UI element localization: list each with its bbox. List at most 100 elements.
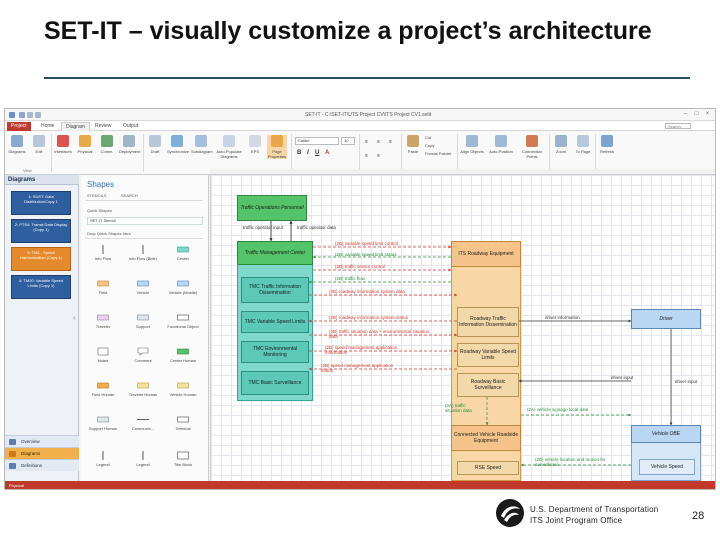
connection-points-button[interactable]: Connection Points: [517, 135, 547, 159]
refresh-button[interactable]: Refresh: [597, 135, 617, 154]
diagram-thumbnail[interactable]: 2: PTS4: Transit Data Display (Copy 1): [11, 219, 71, 243]
nav-definitions[interactable]: Definitions: [5, 459, 79, 471]
shape-functional-object[interactable]: Functional Object: [163, 313, 203, 329]
format-painter-button[interactable]: Format Painter: [425, 151, 455, 156]
diagram-canvas[interactable]: Traffic Operations Personnel Traffic Man…: [210, 175, 715, 481]
tab-project[interactable]: Project: [7, 122, 31, 131]
window-titlebar: SET-IT - C:\SET-IT\UTS Project CV\ITS Pr…: [5, 109, 715, 121]
setit-app-window: SET-IT - C:\SET-IT\UTS Project CV\ITS Pr…: [4, 108, 716, 490]
ribbon-divider: [549, 134, 550, 172]
shape-label: Support: [135, 324, 150, 329]
interfaces-button-label: Interfaces: [54, 149, 72, 154]
bold-icon[interactable]: B: [297, 150, 301, 156]
shape-terminal[interactable]: Terminal: [163, 415, 203, 431]
italic-icon[interactable]: I: [307, 150, 309, 156]
flow-label: driver input: [675, 379, 698, 384]
eps-button-label: EPS: [250, 149, 259, 154]
indent-icon[interactable]: ≡: [377, 153, 380, 159]
paste-button[interactable]: Paste: [403, 135, 423, 154]
nav-overview[interactable]: Overview: [5, 435, 79, 447]
refresh-button-label: Refresh: [599, 149, 614, 154]
shape-field-human[interactable]: Field Human: [83, 381, 123, 397]
tab-diagram[interactable]: Diagram: [61, 122, 90, 131]
maximize-icon[interactable]: □: [692, 111, 701, 118]
collapse-panel-icon[interactable]: ‹: [73, 315, 81, 325]
flow-label: (2B) traffic sensor control: [335, 264, 386, 269]
bullet-list-icon[interactable]: ≡: [365, 153, 368, 159]
shape-vehicle-human[interactable]: Vehicle Human: [163, 381, 203, 397]
diagrams-button[interactable]: Diagrams: [7, 135, 27, 154]
comm-button[interactable]: Comm.: [97, 135, 117, 154]
diagram-thumbnail[interactable]: 1: SUST: Data Distribution/Copy 1: [11, 191, 71, 215]
shape-comment[interactable]: Comment: [123, 347, 163, 363]
align-left-icon[interactable]: ≡: [365, 139, 368, 145]
underline-icon[interactable]: U: [315, 150, 319, 156]
font-name-select[interactable]: Calibri: [295, 137, 339, 145]
nav-diagrams[interactable]: Diagrams: [5, 447, 79, 459]
synchronize-button[interactable]: Synchronize: [167, 135, 189, 154]
save-icon[interactable]: [19, 112, 25, 118]
close-icon[interactable]: ×: [703, 111, 712, 118]
physical-button[interactable]: Physical: [75, 135, 95, 154]
format-painter-button-label: Format Painter: [425, 151, 452, 156]
shape-center[interactable]: Center: [163, 245, 203, 261]
align-center-icon[interactable]: ≡: [377, 139, 380, 145]
zoom-button[interactable]: Zoom: [551, 135, 571, 154]
interfaces-button[interactable]: Interfaces: [53, 135, 73, 154]
shape-field[interactable]: Field: [83, 279, 123, 295]
shape-notes[interactable]: Notes: [83, 347, 123, 363]
to-page-icon: [577, 135, 589, 147]
shape-traveler-human[interactable]: Traveler Human: [123, 381, 163, 397]
shape-vehicle-mobile[interactable]: Vehicle (Mobile): [163, 279, 203, 295]
diagram-thumbnail[interactable]: 4: TM20: Variable Speed Limits (Copy 1): [11, 275, 71, 299]
shape-legend[interactable]: Legend: [83, 451, 123, 467]
paste-icon: [407, 135, 419, 147]
diagram-thumbnail-selected[interactable]: 3: TM2 - Speed Harmonization (Copy 1): [11, 247, 71, 271]
undo-icon[interactable]: [27, 112, 33, 118]
subdiagram-button[interactable]: Subdiagram: [191, 135, 213, 154]
redo-icon[interactable]: [35, 112, 41, 118]
shape-info-flow-bidir[interactable]: Info Flow (Bidir): [123, 245, 163, 261]
to-page-button-label: To Page: [575, 149, 591, 154]
overview-icon: [9, 439, 16, 445]
tab-home[interactable]: Home: [37, 122, 58, 131]
cut-button[interactable]: Cut: [425, 135, 449, 140]
edit-button[interactable]: Edit: [29, 135, 49, 154]
deployment-icon: [123, 135, 135, 147]
flow-label: (2A) traffic situation data: [445, 403, 472, 413]
auto-position-button[interactable]: Auto-Position: [487, 135, 515, 154]
shape-center-human[interactable]: Center Human: [163, 347, 203, 363]
tab-review[interactable]: Review: [91, 122, 115, 131]
align-objects-button-label: Align Objects: [460, 149, 484, 154]
shape-title-block[interactable]: Title Block: [163, 451, 203, 467]
page-properties-button[interactable]: Page Properties: [267, 135, 287, 159]
draft-button[interactable]: Draft: [145, 135, 165, 154]
footer-office: ITS Joint Program Office: [530, 516, 623, 525]
font-size-select[interactable]: 10: [341, 137, 355, 145]
shape-vehicle[interactable]: Vehicle: [123, 279, 163, 295]
shape-support-human[interactable]: Support Human: [83, 415, 123, 431]
tab-output[interactable]: Output: [119, 122, 142, 131]
deployment-button[interactable]: Deployment: [119, 135, 140, 154]
shape-legend[interactable]: Legend: [123, 451, 163, 467]
cut-button-label: Cut: [425, 135, 432, 140]
stencil-selector[interactable]: SET-IT Stencil: [87, 217, 203, 225]
eps-button[interactable]: EPS: [245, 135, 265, 154]
copy-button[interactable]: Copy: [425, 143, 449, 148]
shape-support[interactable]: Support: [123, 313, 163, 329]
to-page-button[interactable]: To Page: [573, 135, 593, 154]
align-objects-button[interactable]: Align Objects: [459, 135, 485, 154]
tab-stencils[interactable]: STENCILS: [87, 193, 107, 198]
shape-info-flow[interactable]: Info Flow: [83, 245, 123, 261]
ribbon-search-input[interactable]: Search: [665, 123, 691, 129]
minimize-icon[interactable]: –: [681, 111, 690, 118]
align-right-icon[interactable]: ≡: [389, 139, 392, 145]
shape-communication[interactable]: Communic...: [123, 415, 163, 431]
tab-search[interactable]: SEARCH: [121, 193, 138, 198]
shape-traveler[interactable]: Traveler: [83, 313, 123, 329]
diagrams-panel: Diagrams 1: SUST: Data Distribution/Copy…: [5, 175, 79, 481]
flow-label: driver information: [545, 315, 580, 320]
interfaces-icon: [57, 135, 69, 147]
auto-populate-button[interactable]: Auto-Populate Diagrams: [215, 135, 243, 159]
font-color-icon[interactable]: A: [325, 150, 329, 156]
